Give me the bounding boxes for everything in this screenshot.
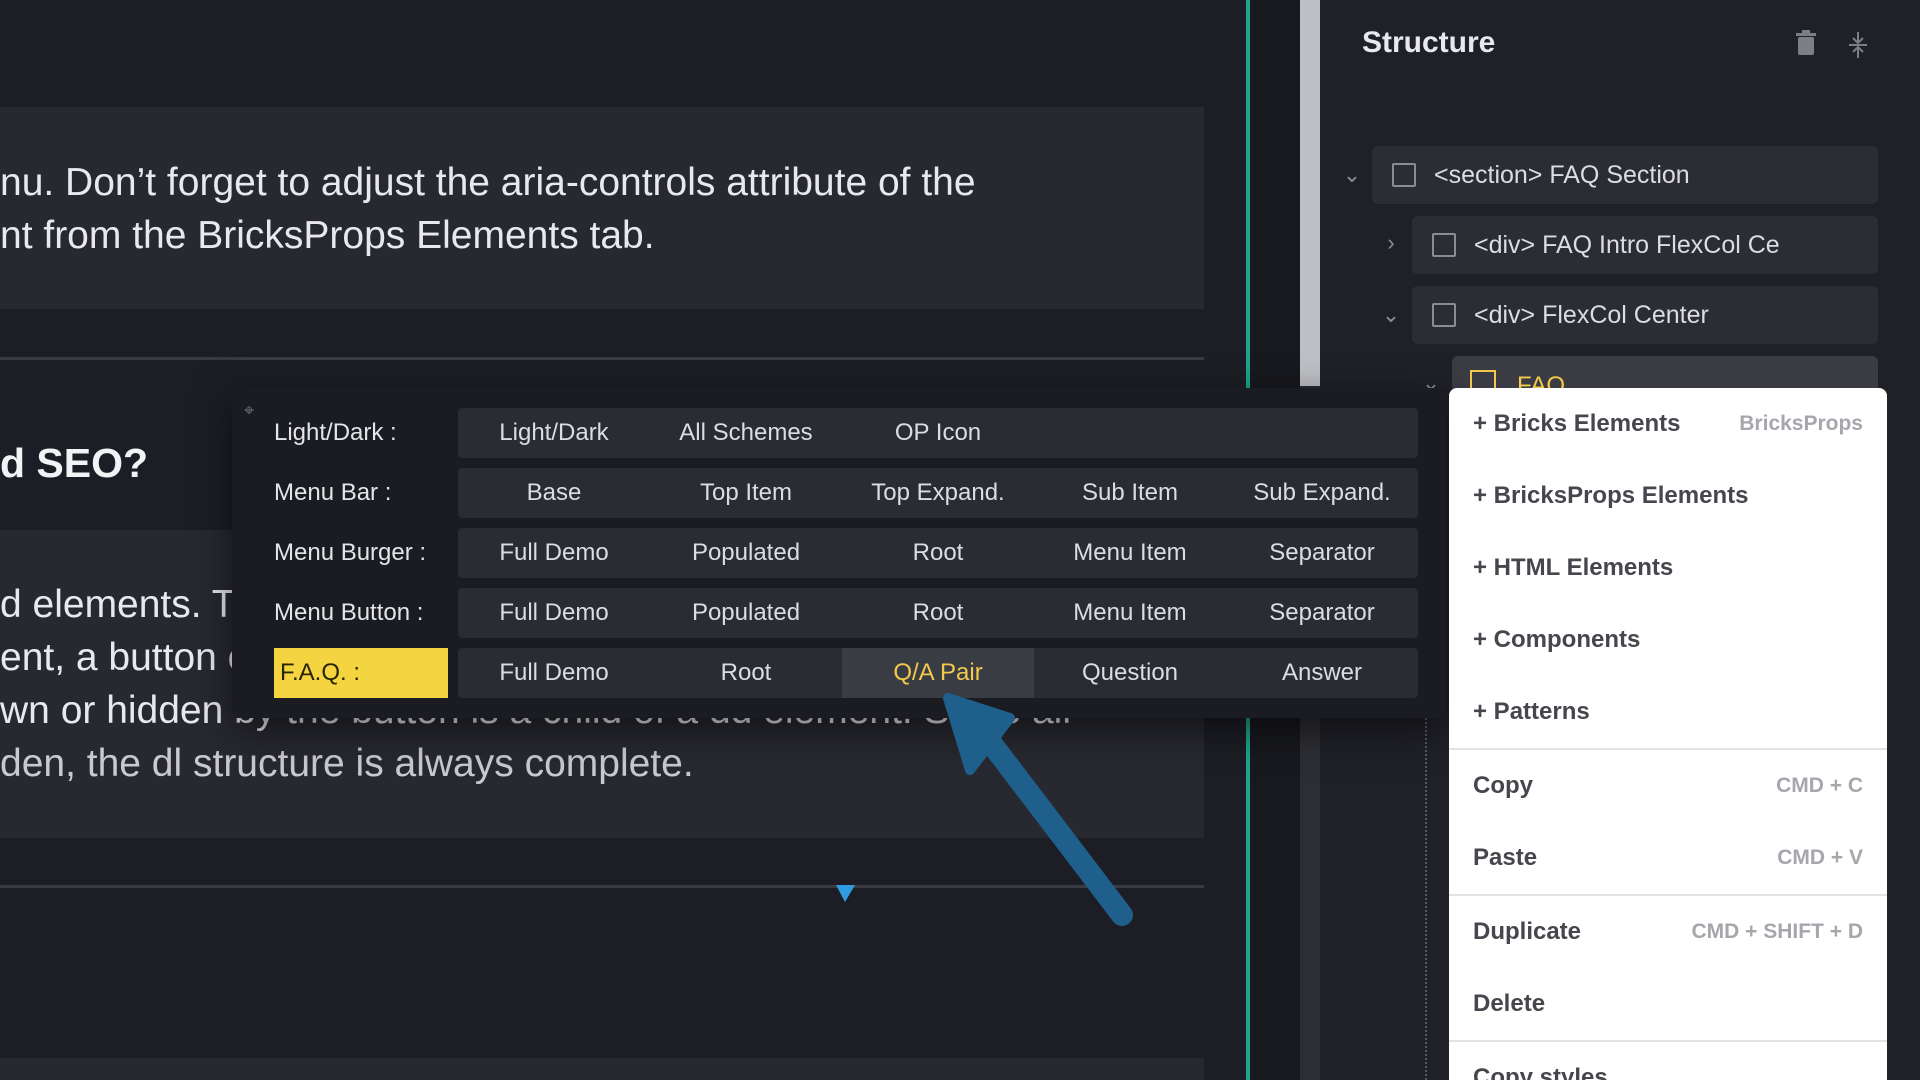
tree-guide-line <box>1425 690 1429 1080</box>
preset-button[interactable]: All Schemes <box>650 408 842 458</box>
menu-item-label: Copy styles <box>1473 1064 1608 1080</box>
preset-button[interactable]: Full Demo <box>458 528 650 578</box>
menu-item-bricks-elements[interactable]: + Bricks Elements BricksProps <box>1449 394 1887 454</box>
preset-button[interactable]: Root <box>650 648 842 698</box>
row-label: Light/Dark : <box>274 419 397 446</box>
divider <box>0 357 1204 360</box>
menu-item-copy[interactable]: Copy CMD + C <box>1449 756 1887 816</box>
chevron-down-icon[interactable]: ⌄ <box>1381 302 1401 328</box>
menu-item-label: Copy <box>1473 772 1533 799</box>
preset-button-selected[interactable]: Q/A Pair <box>842 648 1034 698</box>
chevron-right-icon[interactable]: › <box>1381 230 1401 256</box>
button-group: Full Demo Populated Root Menu Item Separ… <box>458 588 1418 638</box>
div-icon <box>1432 303 1456 327</box>
menu-separator <box>1449 894 1887 896</box>
menu-item-paste[interactable]: Paste CMD + V <box>1449 828 1887 888</box>
row-label: Menu Bar : <box>274 479 392 506</box>
tree-item-faq-intro[interactable]: <div> FAQ Intro FlexCol Ce <box>1412 216 1878 274</box>
preset-button[interactable]: Separator <box>1226 528 1418 578</box>
tree-item-label: <section> FAQ Section <box>1434 160 1690 189</box>
menu-item-label: + Components <box>1473 626 1641 653</box>
faq-heading: d SEO? <box>0 440 149 486</box>
menu-separator <box>1449 748 1887 750</box>
preset-button[interactable]: Light/Dark <box>458 408 650 458</box>
section-icon <box>1392 163 1416 187</box>
menu-item-bricksprops-elements[interactable]: + BricksProps Elements <box>1449 466 1887 526</box>
popup-row-menu-button: Menu Button : Full Demo Populated Root M… <box>232 588 1446 638</box>
div-icon <box>1432 233 1456 257</box>
menu-item-label: + Bricks Elements <box>1473 410 1681 437</box>
preset-button[interactable]: Separator <box>1226 588 1418 638</box>
menu-item-label: + BricksProps Elements <box>1473 482 1749 509</box>
menu-item-copy-styles[interactable]: Copy styles <box>1449 1048 1887 1080</box>
row-label: Menu Burger : <box>274 539 427 566</box>
tree-item-label: <div> FlexCol Center <box>1474 300 1709 329</box>
preset-button[interactable]: Top Expand. <box>842 468 1034 518</box>
tree-item-label: <div> FAQ Intro FlexCol Ce <box>1474 230 1780 259</box>
tree-item-faq-section[interactable]: <section> FAQ Section <box>1372 146 1878 204</box>
divider <box>0 885 1204 888</box>
preset-button[interactable]: Menu Item <box>1034 588 1226 638</box>
popup-row-menu-bar: Menu Bar : Base Top Item Top Expand. Sub… <box>232 468 1446 518</box>
button-group: Light/Dark All Schemes OP Icon <box>458 408 1418 458</box>
menu-item-label: Paste <box>1473 844 1538 871</box>
menu-item-label: + Patterns <box>1473 698 1590 725</box>
preset-button[interactable]: OP Icon <box>842 408 1034 458</box>
menu-item-duplicate[interactable]: Duplicate CMD + SHIFT + D <box>1449 902 1887 962</box>
content-card-1: nu. Don’t forget to adjust the aria-cont… <box>0 107 1204 309</box>
popup-row-faq: F.A.Q. : Full Demo Root Q/A Pair Questio… <box>232 648 1446 698</box>
menu-separator <box>1449 1040 1887 1042</box>
menu-item-components[interactable]: + Components <box>1449 610 1887 670</box>
preset-button[interactable]: Populated <box>650 528 842 578</box>
menu-item-shortcut: CMD + C <box>1776 774 1863 797</box>
menu-item-html-elements[interactable]: + HTML Elements <box>1449 538 1887 598</box>
menu-item-delete[interactable]: Delete <box>1449 974 1887 1034</box>
menu-item-patterns[interactable]: + Patterns <box>1449 682 1887 742</box>
preset-button[interactable]: Base <box>458 468 650 518</box>
preset-button[interactable]: Full Demo <box>458 648 650 698</box>
presets-popup: ⌖ Light/Dark : Light/Dark All Schemes OP… <box>232 388 1446 718</box>
list-icon <box>1470 370 1496 390</box>
menu-item-label: + HTML Elements <box>1473 554 1674 581</box>
preset-button[interactable]: Sub Item <box>1034 468 1226 518</box>
panel-title: Structure <box>1362 26 1496 59</box>
paragraph-line: d elements. T <box>0 583 236 626</box>
popup-row-menu-burger: Menu Burger : Full Demo Populated Root M… <box>232 528 1446 578</box>
content-card-3 <box>0 1058 1204 1080</box>
preset-button[interactable]: Populated <box>650 588 842 638</box>
button-group: Full Demo Root Q/A Pair Question Answer <box>458 648 1418 698</box>
preset-button[interactable]: Root <box>842 528 1034 578</box>
preset-button[interactable]: Question <box>1034 648 1226 698</box>
trash-icon[interactable] <box>1793 30 1819 60</box>
chevron-down-icon[interactable]: ⌄ <box>1342 162 1362 188</box>
preset-button[interactable]: Full Demo <box>458 588 650 638</box>
preset-button[interactable]: Root <box>842 588 1034 638</box>
collapse-icon[interactable] <box>1845 30 1871 60</box>
row-label-active: F.A.Q. : <box>274 648 448 698</box>
paragraph-line: den, the dl structure is always complete… <box>0 742 694 785</box>
menu-item-hint: BricksProps <box>1739 412 1863 435</box>
row-label: Menu Button : <box>274 599 424 626</box>
paragraph-line: ent, a button e <box>0 636 250 679</box>
menu-item-shortcut: CMD + SHIFT + D <box>1691 920 1863 943</box>
menu-item-label: Delete <box>1473 990 1546 1017</box>
preset-button[interactable]: Menu Item <box>1034 528 1226 578</box>
paragraph-line: nu. Don’t forget to adjust the aria-cont… <box>0 161 976 204</box>
button-group: Base Top Item Top Expand. Sub Item Sub E… <box>458 468 1418 518</box>
preset-button[interactable]: Sub Expand. <box>1226 468 1418 518</box>
paragraph-line: nt from the BricksProps Elements tab. <box>0 214 655 257</box>
menu-item-label: Duplicate <box>1473 918 1582 945</box>
preset-button[interactable]: Answer <box>1226 648 1418 698</box>
popup-row-light-dark: Light/Dark : Light/Dark All Schemes OP I… <box>232 408 1446 458</box>
context-menu: + Bricks Elements BricksProps + BricksPr… <box>1449 388 1887 1080</box>
menu-item-shortcut: CMD + V <box>1777 846 1863 869</box>
preset-button[interactable]: Top Item <box>650 468 842 518</box>
tree-item-flexcol-center[interactable]: <div> FlexCol Center <box>1412 286 1878 344</box>
button-group: Full Demo Populated Root Menu Item Separ… <box>458 528 1418 578</box>
